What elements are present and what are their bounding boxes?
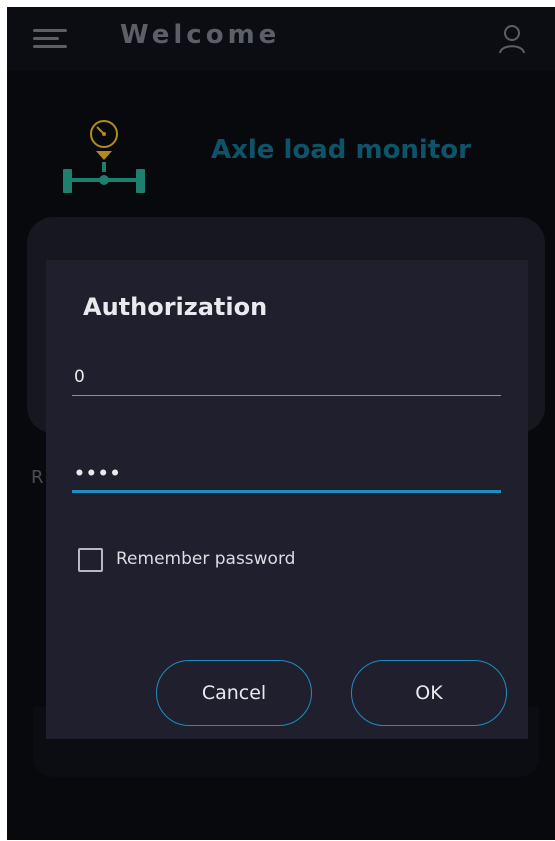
dialog-title: Authorization — [83, 293, 268, 321]
cancel-button-label: Cancel — [201, 682, 267, 704]
remember-password-checkbox[interactable] — [78, 548, 103, 572]
remember-password-label: Remember password — [116, 549, 296, 569]
username-field[interactable]: 0 — [72, 360, 501, 396]
axle-gauge-logo-icon — [63, 120, 145, 193]
username-value: 0 — [74, 367, 85, 387]
background-label: R — [31, 467, 44, 488]
password-value: •••• — [74, 464, 122, 484]
hamburger-menu-icon[interactable] — [33, 29, 69, 51]
user-icon[interactable] — [498, 24, 526, 54]
authorization-dialog: Authorization 0 •••• Remember password C… — [46, 260, 528, 739]
app-screen: Welcome Axle load monitor R Authorizatio… — [7, 7, 555, 840]
cancel-button[interactable]: Cancel — [156, 660, 312, 726]
top-app-bar: Welcome — [7, 7, 555, 71]
app-title: Axle load monitor — [211, 135, 471, 165]
password-field[interactable]: •••• — [72, 456, 501, 493]
page-title: Welcome — [120, 20, 281, 50]
ok-button-label: OK — [415, 682, 443, 704]
ok-button[interactable]: OK — [351, 660, 507, 726]
remember-password-option[interactable]: Remember password — [78, 546, 338, 572]
